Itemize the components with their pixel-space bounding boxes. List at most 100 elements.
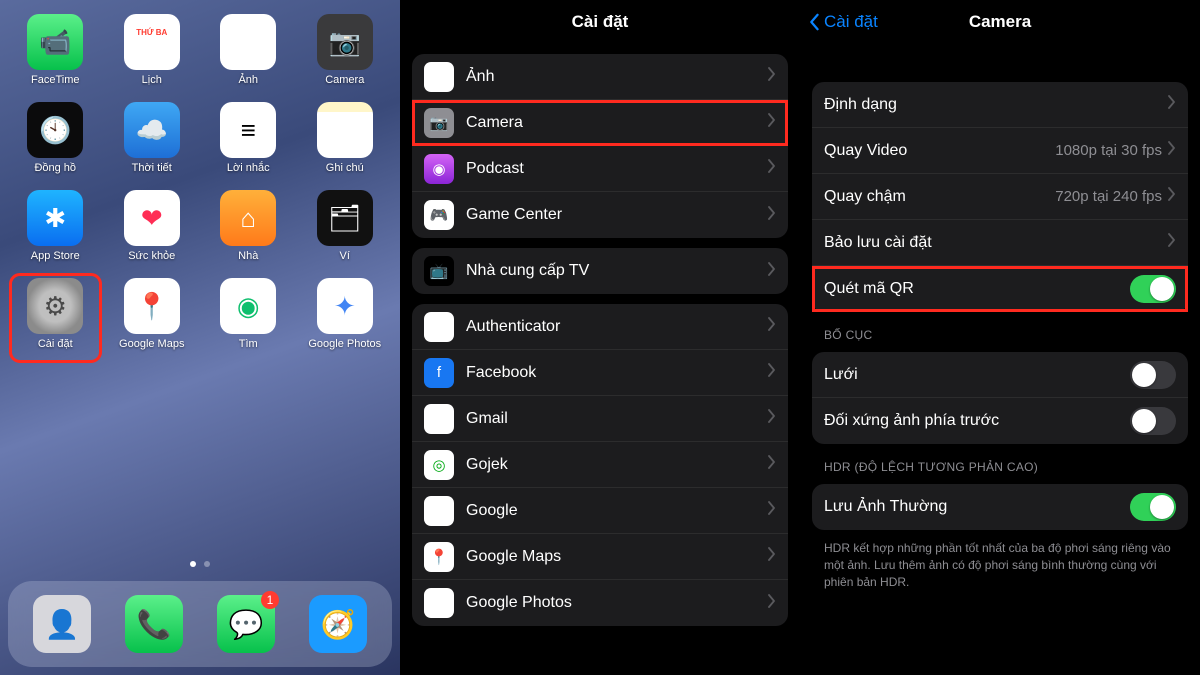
app-reminders[interactable]: ≡Lời nhắc — [203, 98, 294, 186]
settings-screen: Cài đặt ❋Ảnh📷Camera◉Podcast🎮Game Center … — [400, 0, 800, 675]
app-home[interactable]: ⌂Nhà — [203, 186, 294, 274]
hdr-footnote: HDR kết hợp những phần tốt nhất của ba đ… — [824, 540, 1176, 590]
tvprovider-icon: 📺 — [424, 256, 454, 286]
home-screen: 📹FaceTimeTHỨ BA16Lịch ❋ Ảnh 📷 Camera 🕙Đồng hồ… — [0, 0, 400, 675]
camera-icon: 📷 — [317, 14, 373, 70]
chevron-right-icon — [768, 317, 776, 336]
camera-row-slo-mo[interactable]: Quay chậm720p tại 240 fps — [812, 174, 1188, 220]
weather-icon: ☁️ — [124, 102, 180, 158]
camera-row-preserve[interactable]: Bảo lưu cài đặt — [812, 220, 1188, 266]
back-button[interactable]: Cài đặt — [808, 12, 878, 32]
settings-row-facebook[interactable]: fFacebook — [412, 350, 788, 396]
row-value: 720p tại 240 fps — [1055, 188, 1162, 205]
nav-title: Camera — [969, 12, 1031, 32]
chevron-right-icon — [768, 363, 776, 382]
camera-group-layout: LướiĐối xứng ảnh phía trước — [812, 352, 1188, 444]
settings-row-podcast[interactable]: ◉Podcast — [412, 146, 788, 192]
row-label: Authenticator — [466, 318, 768, 336]
settings-row-tvprovider[interactable]: 📺Nhà cung cấp TV — [412, 248, 788, 294]
toggle-scan-qr[interactable] — [1130, 275, 1176, 303]
app-googlephotos[interactable]: ✦Google Photos — [300, 274, 391, 362]
app-photos[interactable]: ❋ Ảnh — [203, 10, 294, 98]
photos-icon: ❋ — [220, 14, 276, 70]
chevron-right-icon — [1168, 233, 1176, 252]
dock-contacts[interactable]: 👤 — [33, 595, 91, 653]
authenticator-icon: ✳ — [424, 312, 454, 342]
page-indicator[interactable] — [0, 561, 400, 567]
app-label: Lịch — [142, 74, 162, 86]
googlephotos-icon: ✦ — [424, 588, 454, 618]
settings-row-gmail[interactable]: MGmail — [412, 396, 788, 442]
app-weather[interactable]: ☁️Thời tiết — [107, 98, 198, 186]
appstore-icon: ✱ — [27, 190, 83, 246]
row-label: Quay chậm — [824, 188, 1055, 206]
dock-messages[interactable]: 💬1 — [217, 595, 275, 653]
row-value: 1080p tại 30 fps — [1055, 142, 1162, 159]
back-label: Cài đặt — [824, 12, 878, 32]
app-settings[interactable]: ⚙Cài đặt — [10, 274, 101, 362]
camera-group-hdr: Lưu Ảnh Thường — [812, 484, 1188, 530]
app-label: Ví — [340, 250, 350, 262]
dock: 👤 📞 💬1 🧭 — [8, 581, 392, 667]
section-header-hdr: HDR (ĐỘ LỆCH TƯƠNG PHẢN CAO) — [824, 460, 1176, 474]
camera-row-format[interactable]: Định dạng — [812, 82, 1188, 128]
row-label: Quét mã QR — [824, 280, 1130, 298]
dock-safari[interactable]: 🧭 — [309, 595, 367, 653]
app-label: Nhà — [238, 250, 258, 262]
camera-row-keep-normal[interactable]: Lưu Ảnh Thường — [812, 484, 1188, 530]
camera-row-mirror-front[interactable]: Đối xứng ảnh phía trước — [812, 398, 1188, 444]
facebook-icon: f — [424, 358, 454, 388]
app-label: Tìm — [239, 338, 258, 350]
chevron-right-icon — [1168, 187, 1176, 206]
row-label: Google Photos — [466, 594, 768, 612]
app-wallet[interactable]: 🗂Ví — [300, 186, 391, 274]
health-icon: ❤ — [124, 190, 180, 246]
settings-row-gamecenter[interactable]: 🎮Game Center — [412, 192, 788, 238]
app-health[interactable]: ❤Sức khỏe — [107, 186, 198, 274]
app-label: App Store — [31, 250, 80, 262]
row-label: Google Maps — [466, 548, 768, 566]
chevron-right-icon — [768, 547, 776, 566]
app-label: Camera — [325, 74, 364, 86]
settings-icon: ⚙ — [27, 278, 83, 334]
chevron-right-icon — [768, 113, 776, 132]
gojek-icon: ◎ — [424, 450, 454, 480]
camera-row-scan-qr[interactable]: Quét mã QR — [812, 266, 1188, 312]
googlemaps-icon: 📍 — [124, 278, 180, 334]
app-calendar[interactable]: THỨ BA16Lịch — [107, 10, 198, 98]
settings-row-google[interactable]: GGoogle — [412, 488, 788, 534]
google-icon: G — [424, 496, 454, 526]
camera-row-grid[interactable]: Lưới — [812, 352, 1188, 398]
camera-row-record-video[interactable]: Quay Video1080p tại 30 fps — [812, 128, 1188, 174]
app-facetime[interactable]: 📹FaceTime — [10, 10, 101, 98]
settings-row-gojek[interactable]: ◎ Gojek — [412, 442, 788, 488]
row-label: Game Center — [466, 206, 768, 224]
chevron-right-icon — [1168, 95, 1176, 114]
row-label: Gojek — [466, 456, 768, 474]
dock-phone[interactable]: 📞 — [125, 595, 183, 653]
row-label: Lưu Ảnh Thường — [824, 498, 1130, 516]
settings-row-googlephotos[interactable]: ✦ Google Photos — [412, 580, 788, 626]
app-googlemaps[interactable]: 📍Google Maps — [107, 274, 198, 362]
app-clock[interactable]: 🕙Đồng hồ — [10, 98, 101, 186]
chevron-left-icon — [808, 13, 820, 31]
app-appstore[interactable]: ✱ App Store — [10, 186, 101, 274]
settings-group-thirdparty: ✳AuthenticatorfFacebookMGmail◎GojekGGoog… — [412, 304, 788, 626]
settings-row-authenticator[interactable]: ✳ Authenticator — [412, 304, 788, 350]
app-findmy[interactable]: ◉ Tìm — [203, 274, 294, 362]
settings-row-camera[interactable]: 📷Camera — [412, 100, 788, 146]
row-label: Quay Video — [824, 142, 1055, 160]
googlemaps-icon: 📍 — [424, 542, 454, 572]
app-label: Ảnh — [238, 74, 258, 86]
toggle-mirror-front[interactable] — [1130, 407, 1176, 435]
settings-row-photos[interactable]: ❋Ảnh — [412, 54, 788, 100]
findmy-icon: ◉ — [220, 278, 276, 334]
settings-row-googlemaps[interactable]: 📍 Google Maps — [412, 534, 788, 580]
app-camera[interactable]: 📷 Camera — [300, 10, 391, 98]
settings-group-media: ❋Ảnh📷Camera◉Podcast🎮Game Center — [412, 54, 788, 238]
toggle-grid[interactable] — [1130, 361, 1176, 389]
chevron-right-icon — [768, 262, 776, 281]
chevron-right-icon — [768, 67, 776, 86]
app-notes[interactable]: Ghi chú — [300, 98, 391, 186]
toggle-keep-normal[interactable] — [1130, 493, 1176, 521]
